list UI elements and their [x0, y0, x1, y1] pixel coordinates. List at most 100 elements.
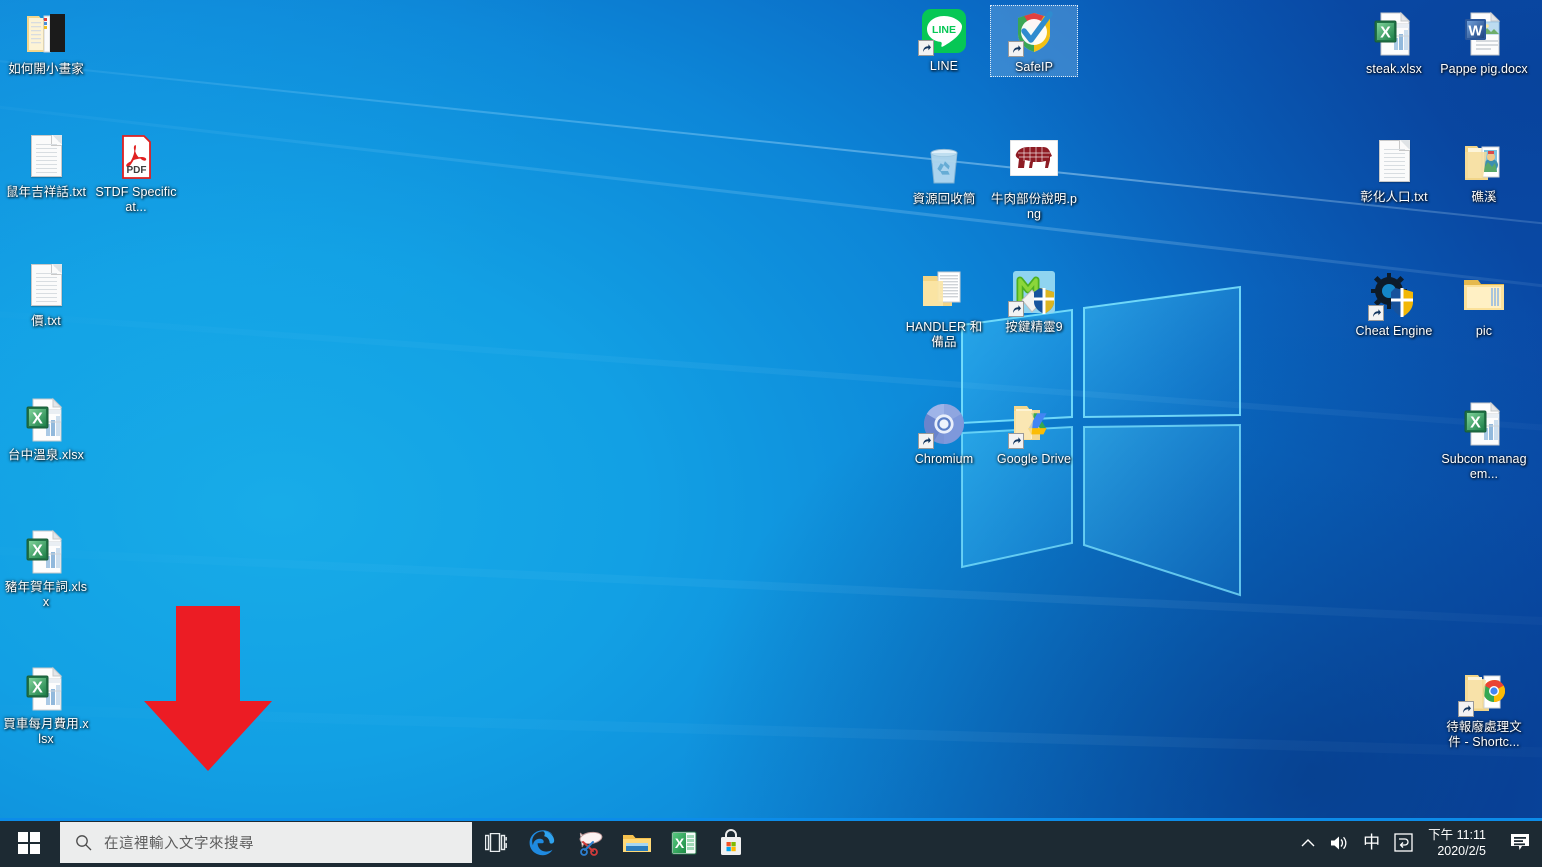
desktop-icon-cow-png[interactable]: 牛肉部份說明.png [990, 139, 1078, 222]
text-file-icon [31, 135, 62, 177]
desktop-icon-cheatengine[interactable]: Cheat Engine [1350, 272, 1438, 339]
search-input[interactable]: 在這裡輸入文字來搜尋 [60, 822, 472, 863]
desktop-icon-label: 礁溪 [1471, 190, 1497, 204]
ime-mode-button[interactable]: 中 [1356, 818, 1387, 867]
action-center-button[interactable] [1498, 818, 1542, 867]
microsoft-edge-icon [529, 829, 554, 855]
gdrive-icon [1008, 400, 1058, 449]
desktop-icon-keymagic[interactable]: 按鍵精靈9 [990, 268, 1078, 335]
ime-shape-button[interactable] [1387, 818, 1420, 867]
desktop-icon-label: Cheat Engine [1355, 324, 1433, 338]
desktop-icon-label: LINE [929, 59, 959, 73]
excel-icon: X [671, 831, 696, 854]
desktop-icon-txt[interactable]: 價.txt [2, 262, 90, 329]
chromium-icon [918, 400, 968, 449]
desktop-icon-line[interactable]: LINE LINE [900, 7, 988, 74]
xlsx-icon: X [22, 665, 70, 713]
folder-plain-icon [1460, 272, 1508, 320]
desktop-icon-label: 豬年賀年詞.xlsx [4, 580, 88, 609]
clock-time: 下午 11:11 [1428, 827, 1486, 842]
desktop-icon-folder-picture[interactable]: 如何開小畫家 [2, 10, 90, 77]
desktop-icon-xlsx[interactable]: X 台中溫泉.xlsx [2, 396, 90, 463]
show-hidden-icons-button[interactable] [1294, 818, 1322, 867]
desktop-icon-label: 台中溫泉.xlsx [8, 448, 84, 462]
xlsx-icon: X [1460, 400, 1508, 448]
recycle-bin-icon [920, 140, 968, 188]
shortcut-arrow-icon [1368, 305, 1384, 321]
desktop-icon-label: Chromium [914, 452, 974, 466]
text-file-icon [31, 264, 62, 306]
desktop-icon-label: 牛肉部份說明.png [990, 192, 1078, 221]
desktop-icon-folder-pic2[interactable]: 礁溪 [1440, 138, 1528, 205]
keymagic-icon [1008, 268, 1058, 317]
svg-text:X: X [32, 680, 43, 697]
store-bag-icon [720, 828, 741, 855]
desktop-icon-safeip[interactable]: SafeIP [990, 5, 1078, 77]
clock-date: 2020/2/5 [1437, 843, 1486, 858]
microsoft-excel-button[interactable]: X [660, 818, 707, 867]
recycle-bin-icon [930, 148, 958, 184]
desktop-icon-xlsx[interactable]: Xsteak.xlsx [1350, 10, 1438, 77]
clock[interactable]: 下午 11:11 2020/2/5 [1420, 818, 1498, 867]
search-placeholder-text: 在這裡輸入文字來搜尋 [104, 836, 254, 852]
desktop-icon-xlsx[interactable]: X 買車每月費用.xlsx [2, 665, 90, 747]
folder-picture-icon [27, 14, 65, 53]
desktop-icon-xlsx[interactable]: X 豬年賀年詞.xlsx [2, 528, 90, 610]
svg-text:X: X [1380, 25, 1391, 42]
desktop-icon-folder-chrome[interactable]: 待報廢處理文件 - Shortc... [1440, 668, 1528, 750]
file-explorer-button[interactable] [613, 818, 660, 867]
notifications-icon [1511, 833, 1529, 850]
task-view-button[interactable] [472, 818, 519, 867]
snipping-tool-button[interactable] [566, 818, 613, 867]
desktop-icon-txt[interactable]: 鼠年吉祥話.txt [2, 133, 90, 200]
desktop-icon-label: 鼠年吉祥話.txt [5, 185, 87, 199]
volume-button[interactable] [1322, 818, 1356, 867]
shortcut-arrow-icon [1458, 701, 1474, 717]
desktop-icon-folder-docs[interactable]: HANDLER 和備品 [900, 268, 988, 350]
desktop-icon-label: 買車每月費用.xlsx [3, 717, 89, 746]
folder-icon [622, 834, 651, 852]
txt-icon [22, 262, 70, 310]
desktop-icon-xlsx[interactable]: X Subcon managem... [1440, 400, 1528, 482]
start-button[interactable] [0, 818, 58, 867]
folder-icon [1464, 280, 1504, 310]
desktop-icon-label: Google Drive [996, 452, 1072, 466]
ime-shape-icon [1394, 833, 1413, 852]
excel-file-icon: X [1374, 11, 1411, 56]
folder-pic2-icon [1460, 138, 1508, 186]
desktop-icon-label: Subcon managem... [1441, 452, 1527, 481]
desktop-icon-pdf[interactable]: PDF STDF Specificat... [92, 133, 180, 215]
docx-icon: W [1460, 10, 1508, 58]
pdf-icon: PDF [112, 133, 160, 181]
desktop-icon-chromium[interactable]: Chromium [900, 400, 988, 467]
word-file-icon: W [1465, 11, 1501, 56]
desktop-icon-label: pic [1475, 324, 1493, 338]
desktop-icon-recycle-bin[interactable]: 資源回收筒 [900, 140, 988, 207]
desktop-icon-folder-plain[interactable]: pic [1440, 272, 1528, 339]
microsoft-store-button[interactable] [707, 818, 754, 867]
desktop-icon-txt[interactable]: 彰化人口.txt [1350, 138, 1438, 205]
search-icon [70, 834, 96, 851]
folder-with-documents-icon [923, 271, 961, 306]
taskbar-accent-line [0, 818, 1542, 821]
beef-cuts-image-icon [1009, 139, 1059, 177]
microsoft-edge-button[interactable] [519, 818, 566, 867]
chevron-up-icon [1301, 838, 1315, 846]
xlsx-icon: X [1370, 10, 1418, 58]
svg-text:X: X [32, 411, 43, 428]
shortcut-arrow-icon [1008, 301, 1024, 317]
txt-icon [22, 133, 70, 181]
desktop-icon-label: HANDLER 和備品 [905, 320, 983, 349]
desktop-icon-label: steak.xlsx [1366, 62, 1422, 76]
excel-file-icon: X [26, 666, 63, 711]
desktop-wallpaper[interactable]: 如何開小畫家鼠年吉祥話.txt PDF STDF Specificat... 價.tx… [0, 0, 1542, 818]
desktop-icon-label: SafeIP [1014, 60, 1054, 74]
svg-text:W: W [1468, 23, 1483, 40]
desktop-icon-label: 資源回收筒 [912, 192, 976, 206]
pdf-file-icon: PDF [122, 135, 151, 179]
desktop-icon-docx[interactable]: W Pappe pig.docx [1440, 10, 1528, 77]
cheatengine-icon [1368, 272, 1418, 321]
desktop-icon-gdrive[interactable]: Google Drive [990, 400, 1078, 467]
svg-text:LINE: LINE [932, 24, 956, 36]
shortcut-arrow-icon [1008, 41, 1024, 57]
